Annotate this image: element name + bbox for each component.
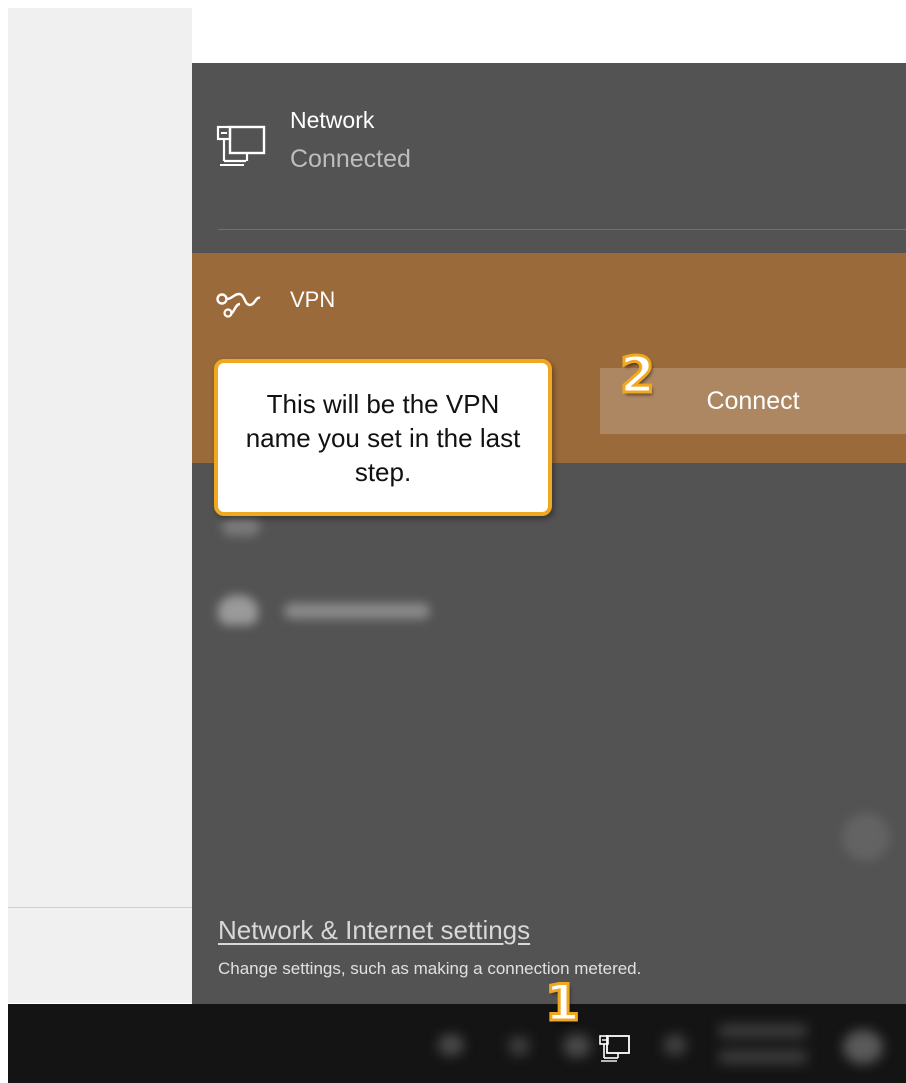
- blurred-quick-action-icon: [842, 813, 890, 861]
- background-window: [8, 8, 192, 1003]
- tray-icon: [438, 1034, 464, 1056]
- tray-icon: [663, 1034, 687, 1056]
- wifi-icon: [218, 595, 258, 625]
- tray-icon: [563, 1034, 591, 1058]
- step-2-badge: 2: [619, 346, 657, 404]
- background-divider: [8, 907, 192, 908]
- clock-date: [718, 1050, 808, 1064]
- network-flyout: Network Connected VPN Connect Network & …: [192, 63, 906, 1008]
- taskbar-network-icon[interactable]: [598, 1034, 632, 1064]
- notification-icon: [843, 1030, 883, 1064]
- clock-time: [718, 1024, 808, 1038]
- blurred-tray-icons: [8, 1004, 906, 1083]
- blurred-network-list: [192, 63, 906, 1008]
- network-internet-settings-link[interactable]: Network & Internet settings: [218, 915, 530, 946]
- blurred-item-label: [284, 603, 430, 619]
- taskbar: [8, 1004, 906, 1083]
- step-1-badge: 1: [544, 974, 582, 1032]
- tray-icon: [508, 1036, 530, 1056]
- blurred-item-icon: [222, 518, 260, 536]
- vpn-name-callout: This will be the VPN name you set in the…: [214, 359, 552, 516]
